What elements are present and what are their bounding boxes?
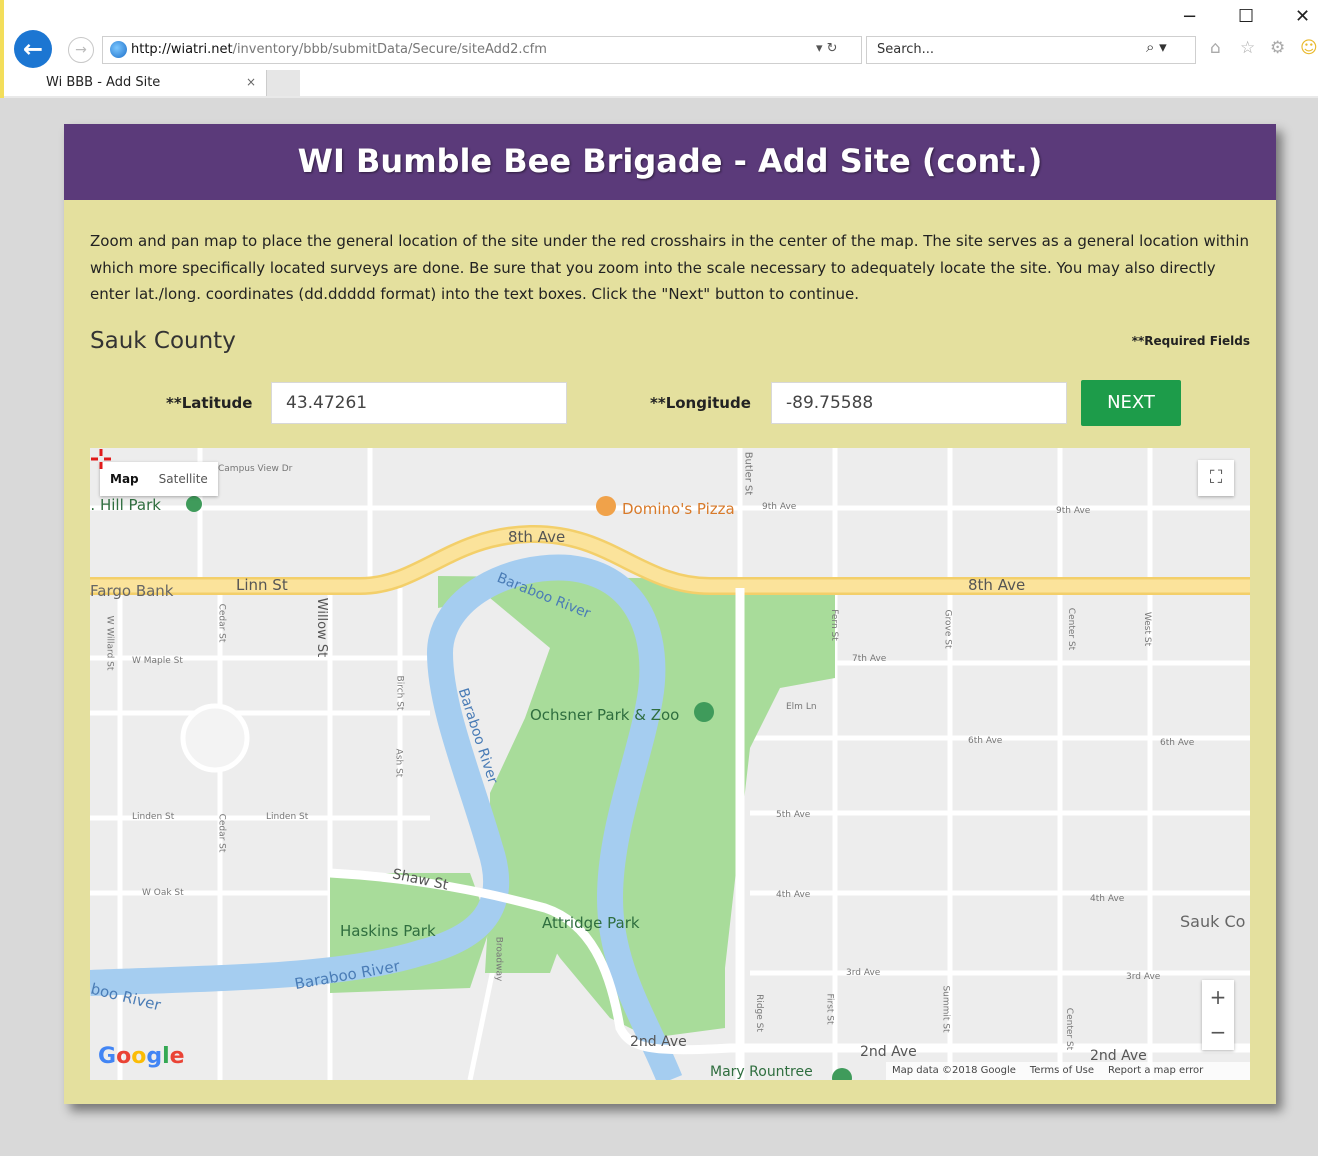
map-label-street: Willow St [314, 597, 330, 658]
fullscreen-icon: ⛶ [1209, 467, 1223, 488]
fullscreen-button[interactable]: ⛶ [1198, 460, 1234, 496]
map-label-street: West St [1142, 611, 1153, 647]
map-label-street: 2nd Ave [860, 1044, 917, 1060]
address-bar[interactable]: http://wiatri.net/inventory/bbb/submitDa… [102, 36, 862, 64]
map-label-park: J. Hill Park [90, 496, 161, 514]
map-label-street: 7th Ave [852, 654, 887, 664]
map-label-park: Attridge Park [542, 914, 640, 932]
map-label-street: W Willard St [104, 615, 115, 671]
home-icon[interactable]: ⌂ [1210, 38, 1221, 58]
map-label-street: 9th Ave [1056, 506, 1091, 516]
map-label-poi: Domino's Pizza [622, 500, 735, 518]
map-label-street: 6th Ave [968, 736, 1003, 746]
longitude-label: **Longitude [650, 394, 751, 412]
browser-chrome: − ☐ ✕ ← → http://wiatri.net/inventory/bb… [0, 0, 1318, 98]
smiley-icon[interactable]: ☺ [1300, 38, 1318, 58]
map-label-region: Sauk Co [1180, 912, 1246, 931]
map-label-street: 9th Ave [762, 502, 797, 512]
map-label-street: Fern St [828, 609, 839, 641]
map-label-street: Broadway [493, 936, 504, 982]
close-window-button[interactable]: ✕ [1295, 6, 1310, 27]
terms-link[interactable]: Terms of Use [1030, 1065, 1094, 1076]
map-label-park: Ochsner Park & Zoo [530, 706, 680, 724]
map-label-street: 4th Ave [1090, 894, 1125, 904]
url-path: /inventory/bbb/submitData/Secure/siteAdd… [232, 42, 547, 57]
map-attribution: Map data ©2018 Google Terms of Use Report … [886, 1062, 1250, 1080]
map-label-street: Birch St [394, 675, 405, 711]
map-label-poi: Fargo Bank [90, 582, 174, 600]
maximize-button[interactable]: ☐ [1238, 6, 1254, 27]
map-label-park: Haskins Park [340, 922, 436, 940]
zoom-in-button[interactable]: + [1202, 980, 1234, 1015]
crosshair-icon [91, 449, 111, 469]
add-site-panel: WI Bumble Bee Brigade - Add Site (cont.)… [64, 124, 1276, 1104]
search-icon[interactable]: ⌕ ▾ [1146, 38, 1167, 56]
map-label-street: Summit St [940, 985, 951, 1033]
minimize-button[interactable]: − [1182, 6, 1197, 27]
close-icon[interactable]: × [246, 75, 256, 89]
map-label-street: 2nd Ave [630, 1034, 687, 1050]
map-label-street: 6th Ave [1160, 738, 1195, 748]
map-label-street: Center St [1064, 1007, 1075, 1051]
latitude-label: **Latitude [166, 394, 253, 412]
map-label-street: 5th Ave [776, 810, 811, 820]
map-label-street: Campus View Dr [218, 464, 293, 474]
page-title: WI Bumble Bee Brigade - Add Site (cont.) [64, 124, 1276, 200]
zoom-control: + − [1202, 980, 1234, 1050]
chrome-divider [4, 96, 1318, 98]
latitude-input[interactable]: 43.47261 [271, 382, 567, 424]
county-name: Sauk County [90, 328, 236, 354]
map-label-street: Linden St [266, 812, 309, 822]
map-type-control: Map Satellite [100, 462, 218, 496]
map-label-street: First St [824, 993, 835, 1025]
refresh-icon[interactable]: ▾ ↻ [816, 41, 838, 56]
map-label-street: Cedar St [216, 813, 227, 853]
map-label-street: Linden St [132, 812, 175, 822]
arrow-right-icon: → [75, 42, 87, 58]
map-type-satellite-button[interactable]: Satellite [149, 462, 218, 496]
map-label-street: Cedar St [216, 603, 227, 643]
map-label-street: W Oak St [142, 888, 184, 898]
next-button[interactable]: NEXT [1081, 380, 1181, 426]
map-data-credit: Map data ©2018 Google [892, 1065, 1016, 1076]
map-label-street: Elm Ln [786, 702, 817, 712]
map-label-street: Grove St [942, 609, 953, 649]
ie-page-icon [110, 41, 127, 58]
back-button[interactable]: ← [14, 30, 52, 68]
forward-button[interactable]: → [68, 37, 94, 63]
zoom-out-button[interactable]: − [1202, 1015, 1234, 1050]
map-label-major-road: Linn St [236, 576, 288, 594]
instructions-text: Zoom and pan map to place the general lo… [90, 232, 1249, 303]
map-label-street: 3rd Ave [846, 968, 881, 978]
tab-wi-bbb[interactable]: Wi BBB - Add Site [14, 70, 266, 96]
map-label-major-road: 8th Ave [508, 528, 566, 546]
map-label-major-road: 8th Ave [968, 576, 1026, 594]
longitude-input[interactable]: -89.75588 [771, 382, 1067, 424]
star-icon[interactable]: ☆ [1240, 38, 1255, 58]
required-fields-note: **Required Fields [1131, 334, 1250, 348]
map-canvas[interactable] [90, 448, 1250, 1080]
map-label-street: 3rd Ave [1126, 972, 1161, 982]
map-label-street: Center St [1066, 607, 1077, 651]
report-error-link[interactable]: Report a map error [1108, 1065, 1203, 1076]
map-label-street: Butler St [742, 451, 754, 496]
google-logo: Google [98, 1044, 185, 1069]
map-label-street: Ridge St [753, 994, 764, 1032]
site-map[interactable]: J. Hill Park Campus View Dr Domino's Piz… [90, 448, 1250, 1080]
map-label-street: W Maple St [132, 656, 183, 666]
new-tab-button[interactable] [266, 70, 300, 96]
map-label-street: Ash St [393, 748, 404, 778]
map-label-street: 4th Ave [776, 890, 811, 900]
map-label-park: Mary Rountree [710, 1064, 813, 1080]
arrow-left-icon: ← [22, 35, 44, 63]
gear-icon[interactable]: ⚙ [1270, 38, 1285, 58]
url-host: http://wiatri.net [131, 42, 233, 57]
